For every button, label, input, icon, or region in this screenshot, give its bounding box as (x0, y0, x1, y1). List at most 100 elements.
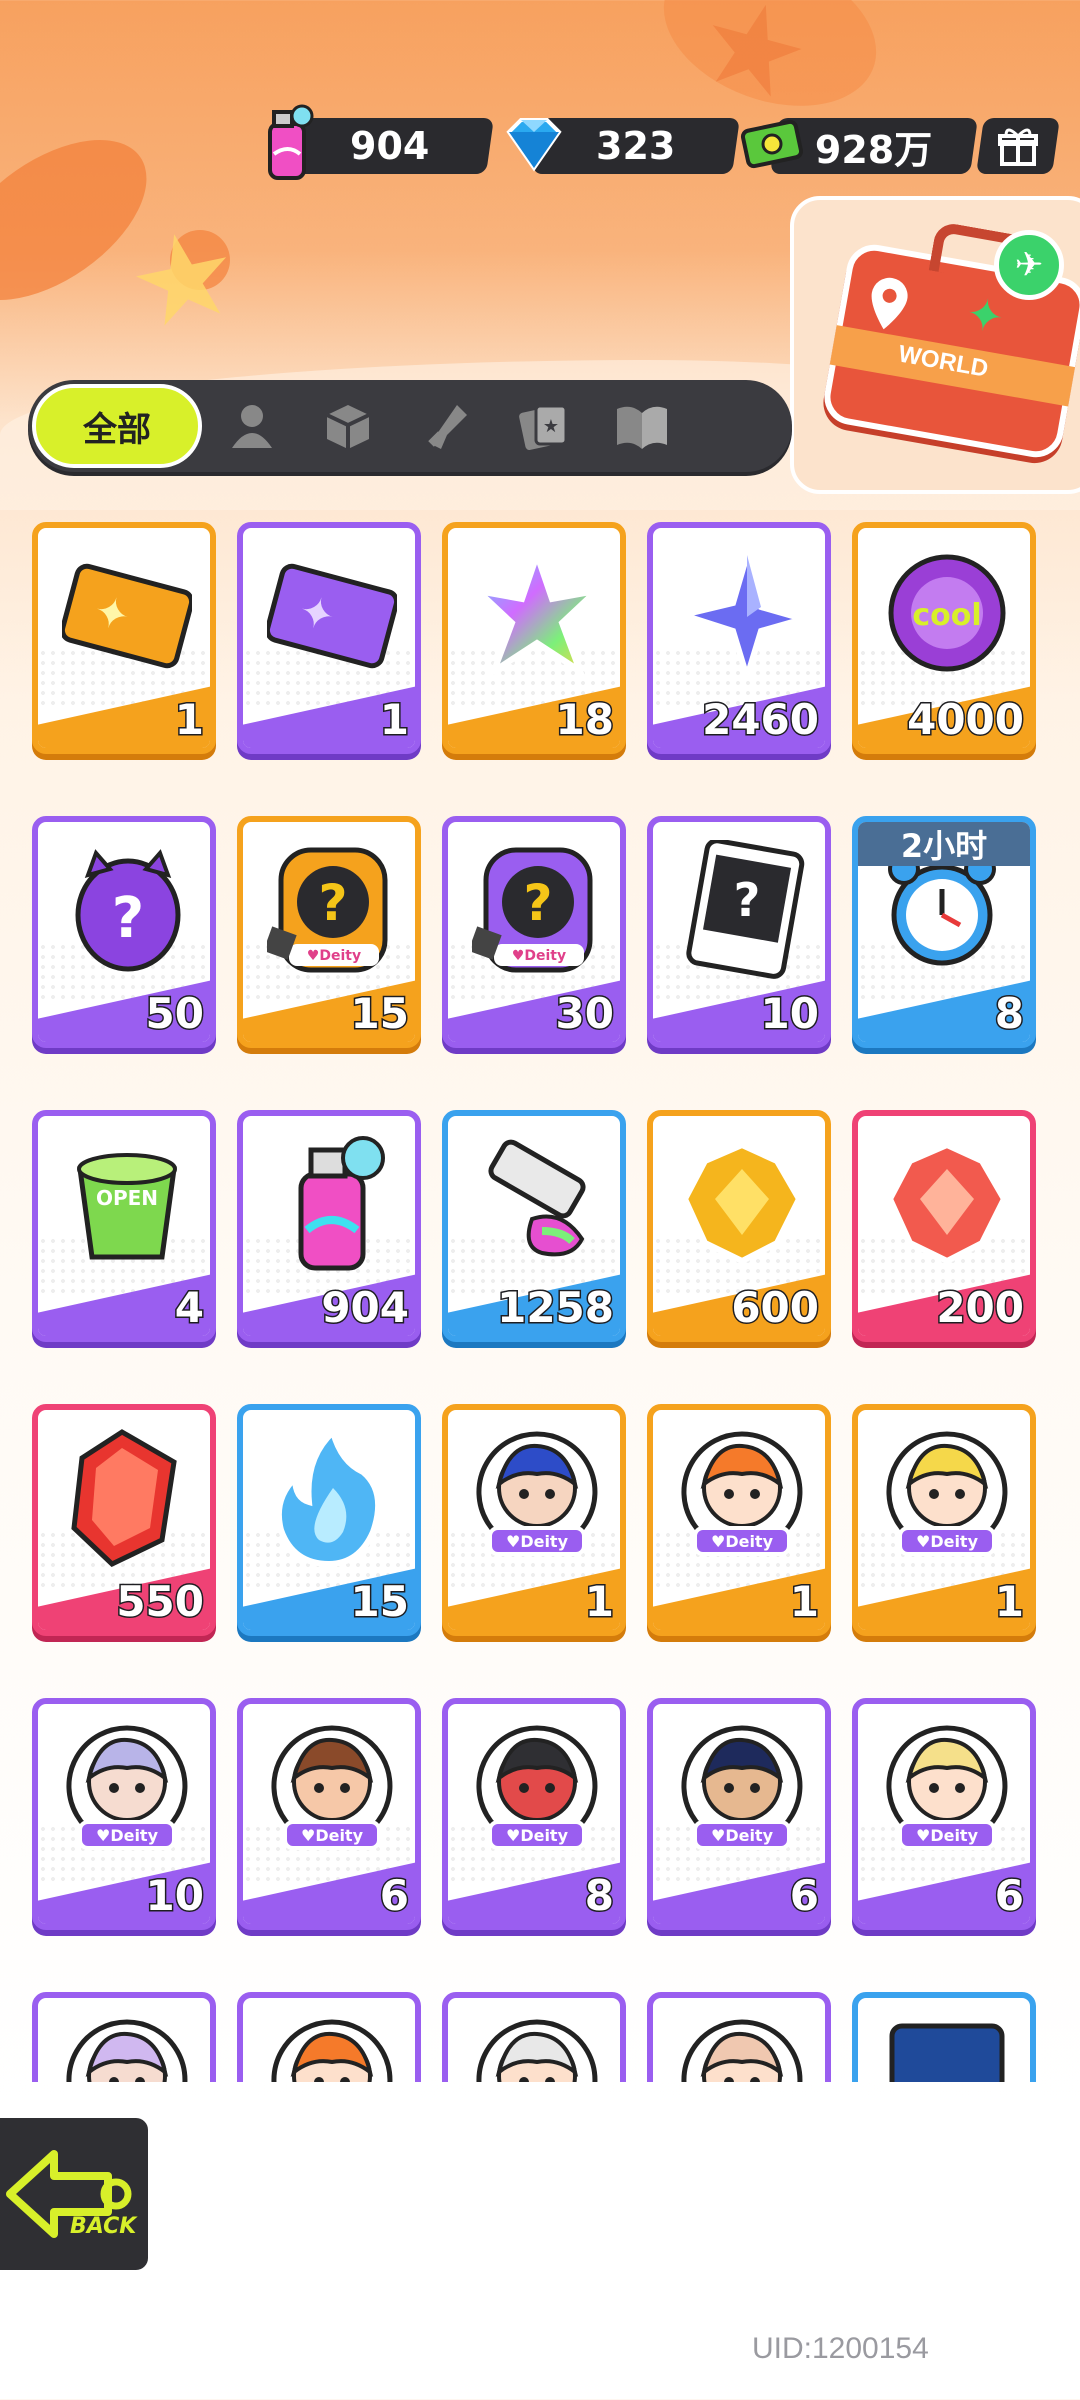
item-count: 1 (788, 1576, 820, 1628)
item-card-deity-dark-hair[interactable]: ♥Deity 6 (647, 1698, 831, 1930)
item-card-deity-partial-2[interactable]: ♥Deity (237, 1992, 421, 2082)
item-card-blue-star-shard[interactable]: 2460 (647, 522, 831, 754)
item-count: 4000 (906, 694, 1026, 746)
item-card-purple-ticket[interactable]: ✦ 1 (237, 522, 421, 754)
svg-text:♥Deity: ♥Deity (301, 1826, 364, 1845)
item-card-alarm-clock[interactable]: 2小时 8 (852, 816, 1036, 1048)
item-card-open-cup[interactable]: OPEN 4 (32, 1110, 216, 1342)
deity-dark-hair-icon: ♥Deity (677, 1722, 807, 1862)
cards-icon[interactable]: ★ (514, 396, 574, 456)
item-card-rainbow-star-shard[interactable]: 18 (442, 522, 626, 754)
deity-sunglasses-icon: ♥Deity (882, 1722, 1012, 1862)
item-count: 8 (583, 1870, 615, 1922)
deity-partial-1-icon: ♥Deity (62, 2016, 192, 2082)
item-card-deity-silver-hair[interactable]: ♥Deity 10 (32, 1698, 216, 1930)
weapon-icon[interactable] (416, 396, 476, 456)
travel-bag-button[interactable]: WORLD ✦ ✈ (790, 196, 1080, 494)
item-card-gold-mystery-card[interactable]: ? ♥Deity 15 (237, 816, 421, 1048)
item-card-gold-crystal[interactable]: 600 (647, 1110, 831, 1342)
item-card-deity-sunglasses[interactable]: ♥Deity 6 (852, 1698, 1036, 1930)
back-button[interactable]: BACK (0, 2112, 154, 2276)
svg-text:♥Deity: ♥Deity (916, 1532, 979, 1551)
purple-mystery-card-icon: ? ♥Deity (472, 840, 602, 980)
pink-crystal-icon (882, 1134, 1012, 1274)
item-count: 6 (993, 1870, 1025, 1922)
item-card-deity-green-mask[interactable]: ♥Deity 8 (442, 1698, 626, 1930)
svg-text:?: ? (112, 886, 144, 951)
item-card-travel-mystery-card[interactable]: ? 10 (647, 816, 831, 1048)
item-count: 1258 (496, 1282, 616, 1334)
item-count: 1 (378, 694, 410, 746)
item-count: 15 (349, 988, 410, 1040)
item-card-mystery-egg[interactable]: ? 50 (32, 816, 216, 1048)
item-card-deity-partial-3[interactable]: ♥Deity (442, 1992, 626, 2082)
inventory-grid: ✦ 1 ✦ 1 18 2460 cool 4000? 50 ? ♥Deity 15 ? ♥Dei… (32, 522, 1052, 2082)
item-card-deity-blue-hair[interactable]: ♥Deity 1 (442, 1404, 626, 1636)
gold-ticket-icon: ✦ (62, 546, 192, 686)
item-card-deity-orange-hair[interactable]: ♥Deity 1 (647, 1404, 831, 1636)
svg-text:♥Deity: ♥Deity (307, 948, 361, 964)
item-count: 600 (730, 1282, 821, 1334)
user-id: UID:1200154 (752, 2332, 929, 2365)
currency-cash[interactable]: 928万 (734, 118, 978, 174)
diamond-icon (496, 104, 572, 184)
item-count: 4 (173, 1282, 205, 1334)
item-card-deity-partial-1[interactable]: ♥Deity (32, 1992, 216, 2082)
cool-badge-token-icon: cool (882, 546, 1012, 686)
svg-text:OPEN: OPEN (96, 1186, 158, 1210)
gold-mystery-card-icon: ? ♥Deity (267, 840, 397, 980)
item-count: 200 (935, 1282, 1026, 1334)
item-card-pink-crystal[interactable]: 200 (852, 1110, 1036, 1342)
spray-can-icon (267, 1134, 397, 1274)
red-gem-icon (62, 1428, 192, 1568)
item-card-card-partial-5[interactable] (852, 1992, 1036, 2082)
item-card-blue-flame[interactable]: 15 (237, 1404, 421, 1636)
svg-text:?: ? (318, 874, 347, 932)
gift-button[interactable] (976, 118, 1060, 174)
item-card-purple-mystery-card[interactable]: ? ♥Deity 30 (442, 816, 626, 1048)
item-count: 6 (788, 1870, 820, 1922)
box-icon[interactable] (318, 396, 378, 456)
svg-text:cool: cool (912, 598, 981, 633)
deity-partial-4-icon: ♥Deity (677, 2016, 807, 2082)
item-card-red-gem[interactable]: 550 (32, 1404, 216, 1636)
item-card-deity-blonde-cap[interactable]: ♥Deity 1 (852, 1404, 1036, 1636)
item-count: 10 (144, 1870, 205, 1922)
item-card-deity-partial-4[interactable]: ♥Deity (647, 1992, 831, 2082)
item-count: 30 (554, 988, 615, 1040)
person-icon[interactable] (222, 396, 282, 456)
tab-all[interactable]: 全部 (32, 384, 202, 468)
deity-green-mask-icon: ♥Deity (472, 1722, 602, 1862)
svg-text:♥Deity: ♥Deity (711, 1532, 774, 1551)
item-card-deity-goggles[interactable]: ♥Deity 6 (237, 1698, 421, 1930)
item-card-gold-ticket[interactable]: ✦ 1 (32, 522, 216, 754)
item-card-spray-can[interactable]: 904 (237, 1110, 421, 1342)
spray-can-icon (250, 104, 326, 184)
item-count: 2460 (701, 694, 821, 746)
item-count: 10 (759, 988, 820, 1040)
svg-text:♥Deity: ♥Deity (506, 1532, 569, 1551)
item-count: 15 (349, 1576, 410, 1628)
item-count: 6 (378, 1870, 410, 1922)
mystery-egg-icon: ? (62, 840, 192, 980)
item-card-paint-tube[interactable]: 1258 (442, 1110, 626, 1342)
svg-text:♥Deity: ♥Deity (711, 1826, 774, 1845)
svg-text:★: ★ (543, 416, 559, 437)
blue-star-shard-icon (677, 546, 807, 686)
svg-text:?: ? (734, 873, 761, 927)
deity-partial-2-icon: ♥Deity (267, 2016, 397, 2082)
gift-icon (998, 128, 1038, 166)
item-timer: 2小时 (858, 822, 1030, 866)
book-icon[interactable] (612, 396, 672, 456)
item-count: 50 (144, 988, 205, 1040)
item-count: 1 (993, 1576, 1025, 1628)
currency-diamond[interactable]: 323 (496, 118, 740, 174)
plane-icon: ✈ (994, 230, 1064, 300)
gold-crystal-icon (677, 1134, 807, 1274)
currency-spray[interactable]: 904 (250, 104, 494, 180)
cash-icon (734, 104, 810, 184)
deity-blue-hair-icon: ♥Deity (472, 1428, 602, 1568)
svg-text:♥Deity: ♥Deity (506, 1826, 569, 1845)
open-cup-icon: OPEN (62, 1134, 192, 1274)
item-card-cool-badge-token[interactable]: cool 4000 (852, 522, 1036, 754)
